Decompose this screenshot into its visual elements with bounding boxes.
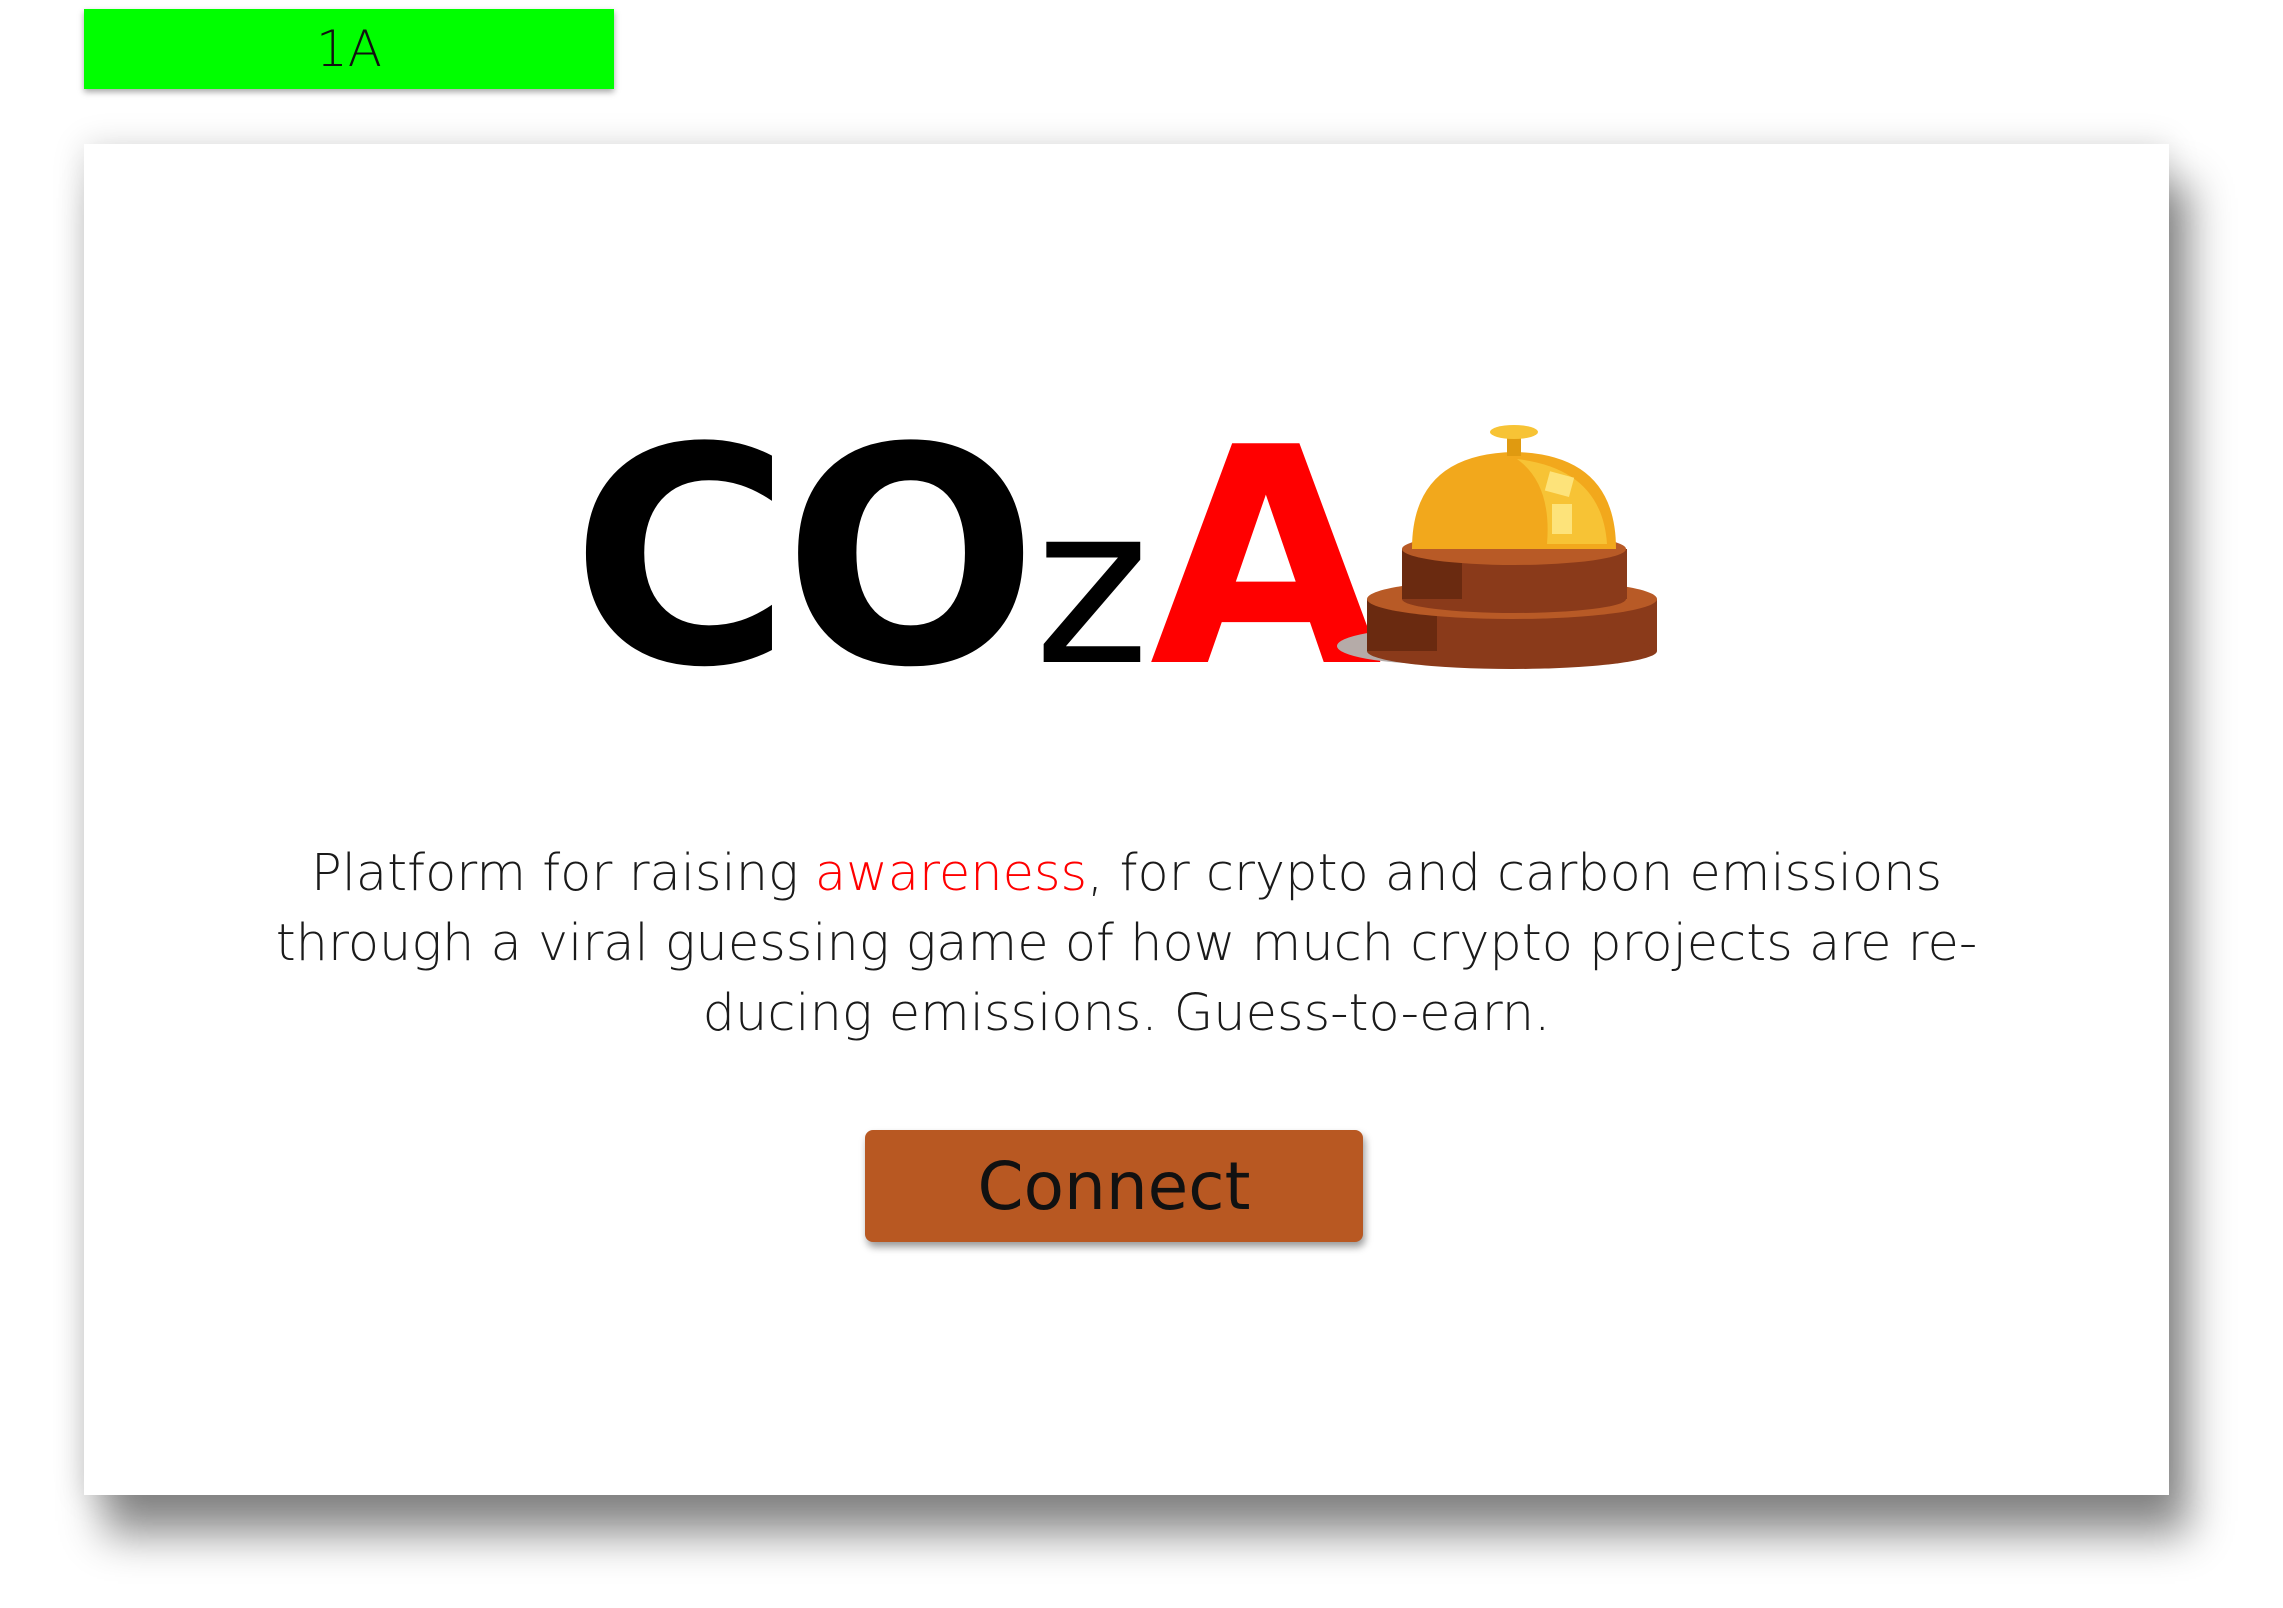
logo-part-z: z [1034, 458, 1150, 714]
logo-part-co: CO [571, 384, 1038, 733]
logo: CO z A [571, 409, 1382, 709]
screen-tag: 1A [84, 9, 614, 89]
service-bell-icon [1337, 425, 1657, 669]
connect-button-label: Connect [977, 1147, 1251, 1225]
tagline-text-start: Platform for raising [310, 844, 815, 903]
logo-wordmark: CO z A [571, 409, 1382, 709]
page: 1A CO z A Platform for raising awareness… [0, 0, 2283, 1608]
screen-tag-label: 1A [315, 20, 382, 78]
connect-button[interactable]: Connect [865, 1130, 1363, 1242]
tagline-highlight: awareness [814, 844, 1088, 903]
main-card: CO z A Platform for raising awareness, f… [84, 144, 2169, 1495]
tagline: Platform for raising awareness, for cryp… [234, 839, 2019, 1049]
